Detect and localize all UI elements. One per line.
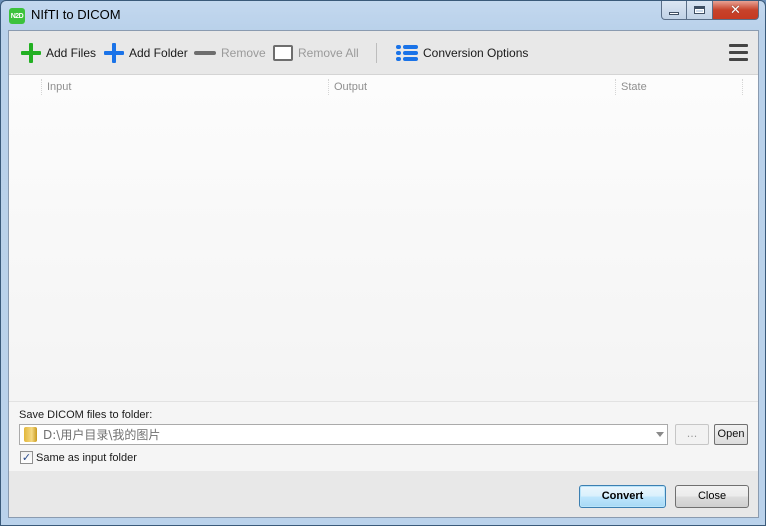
plus-icon	[104, 43, 124, 63]
save-folder-label: Save DICOM files to folder:	[19, 409, 153, 421]
checkmark-icon: ✓	[21, 451, 32, 464]
browse-button[interactable]: ...	[675, 424, 709, 445]
client-area: Add Files Add Folder Remove Remove All C…	[8, 30, 759, 518]
file-list[interactable]: Input Output State	[9, 75, 758, 401]
chevron-down-icon[interactable]	[656, 432, 664, 437]
add-files-button[interactable]: Add Files	[21, 43, 96, 63]
window-title: NIfTI to DICOM	[31, 7, 121, 22]
same-as-input-checkbox[interactable]: ✓	[20, 451, 33, 464]
column-header-input[interactable]: Input	[41, 79, 328, 95]
folder-icon	[24, 427, 37, 442]
same-as-input-label: Same as input folder	[36, 451, 137, 464]
close-button[interactable]: Close	[675, 485, 749, 508]
close-window-button[interactable]: ✕	[713, 1, 759, 20]
minimize-icon	[669, 11, 679, 15]
app-window: N2D NIfTI to DICOM ✕ Add Files Add Folde…	[0, 0, 766, 526]
column-header-output[interactable]: Output	[328, 79, 615, 95]
remove-label: Remove	[221, 46, 266, 60]
plus-icon	[21, 43, 41, 63]
close-icon: ✕	[730, 2, 741, 18]
remove-all-label: Remove All	[298, 46, 359, 60]
add-folder-button[interactable]: Add Folder	[104, 43, 188, 63]
convert-button[interactable]: Convert	[579, 485, 666, 508]
list-icon	[396, 45, 418, 61]
minus-icon	[194, 51, 216, 55]
remove-button[interactable]: Remove	[194, 43, 266, 63]
minimize-button[interactable]	[661, 1, 687, 20]
toolbar-separator	[376, 43, 377, 63]
add-files-label: Add Files	[46, 46, 97, 60]
remove-all-button[interactable]: Remove All	[273, 43, 359, 63]
conversion-options-button[interactable]: Conversion Options	[396, 43, 528, 63]
caption-buttons: ✕	[661, 1, 759, 21]
column-header-state[interactable]: State	[615, 79, 743, 95]
toolbar: Add Files Add Folder Remove Remove All C…	[9, 31, 758, 75]
app-icon: N2D	[9, 8, 25, 24]
menu-icon[interactable]	[729, 44, 748, 62]
output-folder-value: D:\用户目录\我的图片	[43, 428, 161, 442]
square-icon	[273, 45, 293, 61]
output-panel: Save DICOM files to folder: D:\用户目录\我的图片…	[9, 401, 758, 471]
file-list-header: Input Output State	[9, 75, 758, 97]
output-folder-combo[interactable]: D:\用户目录\我的图片	[19, 424, 668, 445]
open-button[interactable]: Open	[714, 424, 748, 445]
same-as-input-option[interactable]: ✓ Same as input folder	[20, 451, 137, 464]
dialog-footer: Convert Close	[9, 471, 758, 517]
maximize-button[interactable]	[687, 1, 713, 20]
title-bar[interactable]: N2D NIfTI to DICOM ✕	[1, 1, 765, 30]
add-folder-label: Add Folder	[129, 46, 188, 60]
maximize-icon	[694, 6, 705, 14]
conversion-options-label: Conversion Options	[423, 46, 529, 60]
